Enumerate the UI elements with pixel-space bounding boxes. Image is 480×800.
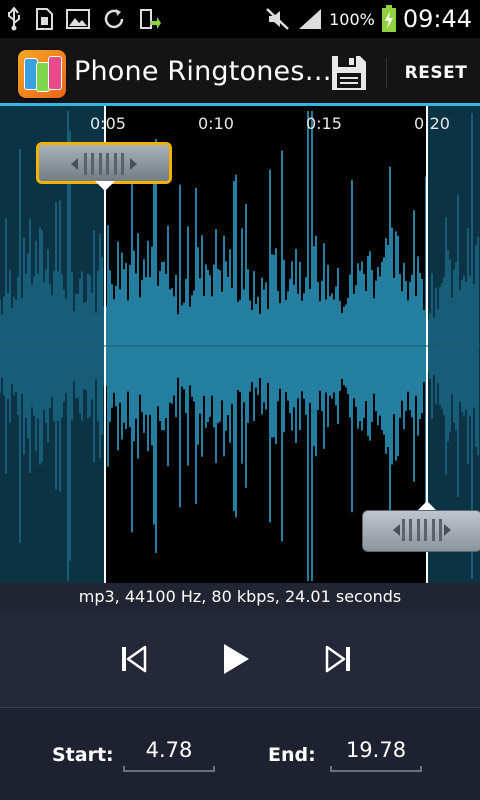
- previous-button[interactable]: [112, 637, 156, 681]
- chevron-right-icon: [130, 158, 137, 170]
- save-button[interactable]: [330, 54, 368, 92]
- status-bar: 100% 09:44: [0, 0, 480, 38]
- start-time-field[interactable]: 4.78: [123, 728, 215, 772]
- skip-next-icon: [325, 645, 350, 673]
- phone-ringtones-app-icon[interactable]: [18, 50, 66, 98]
- floppy-disk-icon: [332, 56, 366, 90]
- export-icon: [140, 9, 161, 29]
- image-icon: [66, 9, 90, 29]
- playback-controls: [0, 611, 480, 707]
- chevron-left-icon: [71, 158, 78, 170]
- divider: [386, 58, 387, 88]
- battery-charging-icon: [381, 5, 396, 32]
- app-title: Phone Ringtones…: [74, 56, 332, 87]
- end-label: End:: [268, 744, 316, 766]
- usb-icon: [8, 7, 20, 31]
- signal-icon: [299, 9, 322, 29]
- sim-storage-icon: [36, 8, 53, 30]
- grip-icon: [402, 519, 442, 541]
- start-label: Start:: [52, 744, 114, 766]
- time-marker: 0:20: [414, 114, 450, 133]
- grip-icon: [84, 153, 124, 175]
- mute-icon: [266, 8, 289, 30]
- time-marker: 0:05: [90, 114, 126, 133]
- selection-footer: Start: 4.78 End: 19.78: [0, 707, 480, 800]
- play-icon: [224, 644, 249, 674]
- waveform-view[interactable]: 0:05 0:10 0:15 0:20: [0, 106, 480, 583]
- battery-percent: 100%: [329, 9, 375, 29]
- file-info: mp3, 44100 Hz, 80 kbps, 24.01 seconds: [0, 583, 480, 611]
- next-button[interactable]: [316, 637, 360, 681]
- start-handle[interactable]: [36, 142, 172, 184]
- time-marker: 0:15: [306, 114, 342, 133]
- time-marker: 0:10: [198, 114, 234, 133]
- clock: 09:44: [402, 5, 472, 33]
- system-icons: 100% 09:44: [265, 4, 472, 34]
- play-button[interactable]: [214, 637, 258, 681]
- start-pointer-icon: [95, 181, 115, 191]
- notification-icons: [6, 6, 162, 32]
- reset-button[interactable]: RESET: [396, 52, 476, 94]
- skip-previous-icon: [122, 645, 147, 673]
- end-handle[interactable]: [362, 510, 480, 552]
- chevron-right-icon: [444, 524, 451, 536]
- end-time-field[interactable]: 19.78: [330, 728, 422, 772]
- action-bar: Phone Ringtones… RESET: [0, 38, 480, 106]
- sync-icon: [104, 9, 124, 29]
- chevron-left-icon: [393, 524, 400, 536]
